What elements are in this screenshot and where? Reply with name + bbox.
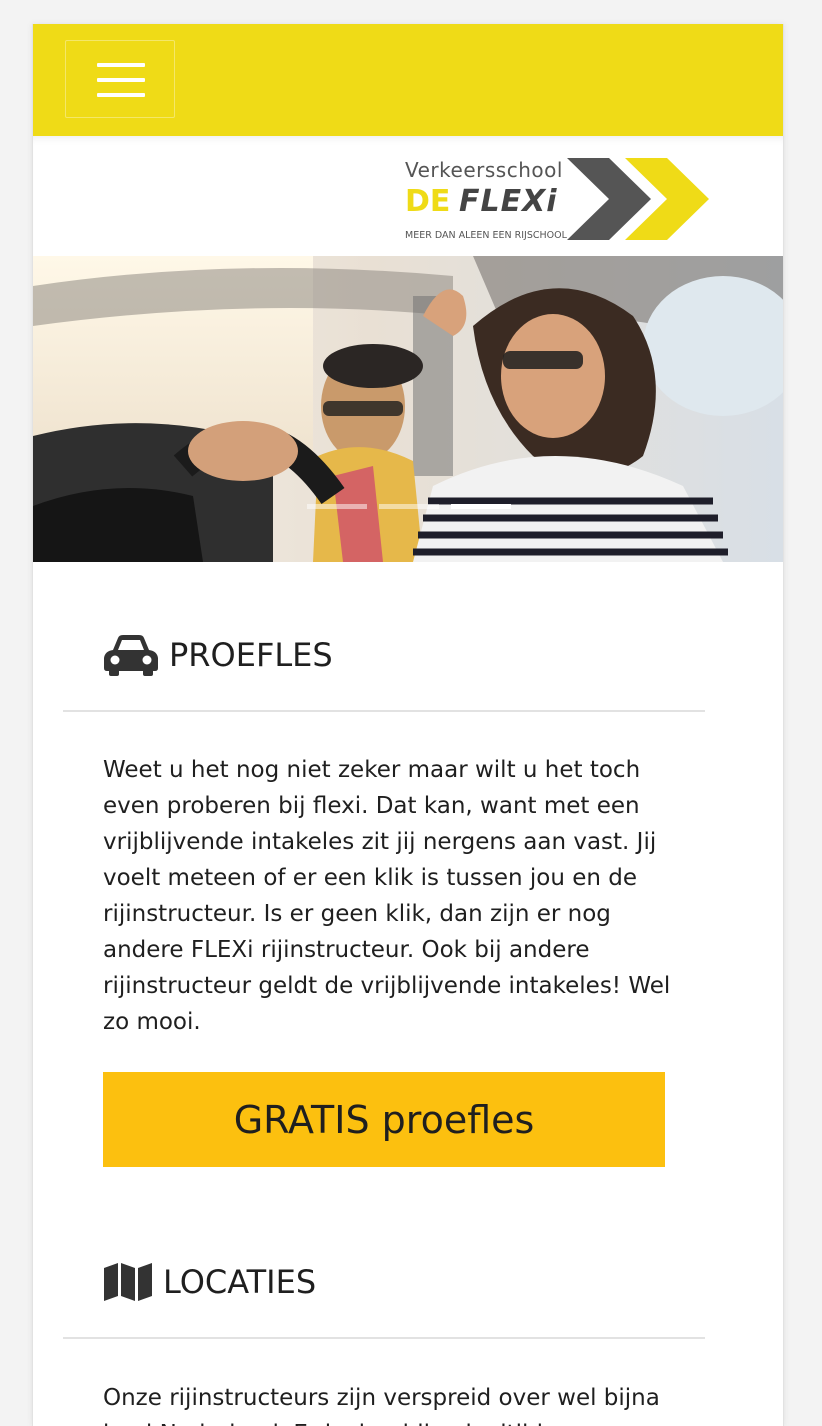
hero-image: [33, 256, 783, 562]
carousel-indicator-3[interactable]: [451, 504, 511, 509]
gratis-proefles-button[interactable]: GRATIS proefles: [103, 1072, 665, 1167]
logo-chevrons-icon: [567, 158, 709, 240]
proefles-text: Weet u het nog niet zeker maar wilt u he…: [103, 757, 671, 1035]
logo-tagline: MEER DAN ALEEN EEN RIJSCHOOL: [405, 230, 567, 241]
carousel-indicator-1[interactable]: [307, 504, 367, 509]
logo-de: DE: [405, 184, 451, 219]
locaties-heading: LOCATIES: [103, 1262, 316, 1302]
map-icon: [104, 1263, 152, 1301]
carousel-indicators: [307, 504, 513, 510]
locaties-text: Onze rijinstructeurs zijn verspreid over…: [103, 1385, 660, 1426]
locaties-title: LOCATIES: [163, 1263, 317, 1301]
hamburger-menu-icon: [97, 63, 145, 67]
proefles-heading: PROEFLES: [103, 634, 333, 676]
hero-carousel[interactable]: [33, 256, 783, 562]
car-icon: [104, 635, 158, 676]
proefles-title: PROEFLES: [169, 636, 333, 674]
proefles-divider: [63, 710, 705, 712]
hamburger-menu-button[interactable]: [65, 40, 175, 118]
page-container: Verkeersschool DE FLEXi MEER DAN ALEEN E…: [32, 24, 784, 1426]
locaties-divider: [63, 1337, 705, 1339]
logo-top-word: Verkeersschool: [405, 158, 563, 182]
top-navbar: [33, 24, 783, 136]
logo-flexi: FLEXi: [459, 184, 558, 219]
site-logo[interactable]: Verkeersschool DE FLEXi MEER DAN ALEEN E…: [329, 146, 719, 246]
hamburger-menu-icon: [97, 78, 145, 82]
hamburger-menu-icon: [97, 93, 145, 97]
carousel-indicator-2[interactable]: [379, 504, 439, 509]
